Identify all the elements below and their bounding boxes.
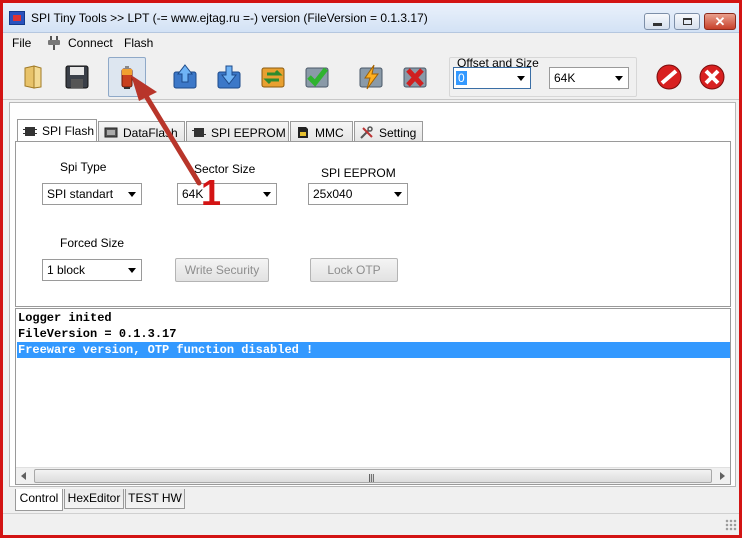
stop-icon bbox=[656, 64, 682, 90]
log-line: FileVersion = 0.1.3.17 bbox=[18, 327, 177, 341]
sector-size-select[interactable]: 64K bbox=[177, 183, 277, 205]
stop-button[interactable] bbox=[650, 57, 688, 97]
maximize-icon bbox=[683, 18, 692, 25]
exit-icon bbox=[699, 64, 725, 90]
close-icon: ✕ bbox=[714, 14, 726, 29]
forced-size-value: 1 block bbox=[47, 263, 86, 277]
menu-connect-label: Connect bbox=[68, 36, 113, 50]
menu-connect[interactable]: Connect bbox=[46, 36, 113, 50]
spi-type-select[interactable]: SPI standart bbox=[42, 183, 142, 205]
chip-icon bbox=[23, 127, 37, 136]
tools-icon bbox=[360, 126, 373, 139]
open-file-icon bbox=[24, 65, 42, 89]
chevron-down-icon bbox=[389, 184, 407, 204]
write-security-button[interactable]: Write Security bbox=[175, 258, 269, 282]
detect-chip-button[interactable] bbox=[108, 57, 146, 97]
read-button[interactable] bbox=[166, 57, 204, 97]
forced-size-select[interactable]: 1 block bbox=[42, 259, 142, 281]
tab-control[interactable]: Control bbox=[15, 489, 63, 511]
chevron-down-icon bbox=[123, 184, 141, 204]
scroll-right-icon[interactable] bbox=[713, 468, 730, 484]
offset-value: 0 bbox=[456, 71, 467, 85]
menu-flash[interactable]: Flash bbox=[124, 36, 153, 50]
tab-spi-flash[interactable]: SPI Flash bbox=[17, 119, 97, 143]
spi-eeprom-value: 25x040 bbox=[313, 187, 353, 201]
tab-setting[interactable]: Setting bbox=[354, 121, 423, 143]
minimize-icon bbox=[653, 23, 662, 26]
menu-bar: File Connect Flash bbox=[3, 33, 739, 54]
check-icon bbox=[305, 67, 329, 88]
mmc-card-icon bbox=[298, 127, 308, 138]
save-icon bbox=[65, 65, 89, 89]
exit-button[interactable] bbox=[693, 57, 731, 97]
spi-eeprom-label: SPI EEPROM bbox=[321, 166, 396, 180]
minimize-button[interactable] bbox=[644, 13, 670, 30]
spi-eeprom-select[interactable]: 25x040 bbox=[308, 183, 408, 205]
title-bar[interactable]: SPI Tiny Tools >> LPT (-= www.ejtag.ru =… bbox=[3, 3, 739, 33]
chevron-down-icon bbox=[512, 68, 530, 88]
save-button[interactable] bbox=[58, 57, 96, 97]
size-value: 64K bbox=[554, 71, 576, 85]
lightning-icon bbox=[359, 64, 383, 90]
tab-spi-eeprom[interactable]: SPI EEPROM bbox=[186, 121, 289, 143]
spi-type-value: SPI standart bbox=[47, 187, 114, 201]
eeprom-icon bbox=[192, 128, 206, 137]
chevron-down-icon bbox=[123, 260, 141, 280]
write-button[interactable] bbox=[210, 57, 248, 97]
compare-button[interactable] bbox=[254, 57, 292, 97]
tab-label: Setting bbox=[379, 126, 417, 140]
annotation-number: 1 bbox=[201, 172, 222, 213]
spi-flash-panel: Spi Type SPI standart Sector Size 64K SP… bbox=[15, 141, 731, 307]
tab-dataflash[interactable]: DataFlash bbox=[98, 121, 185, 143]
chevron-down-icon bbox=[610, 68, 628, 88]
tab-label: MMC bbox=[315, 126, 344, 140]
log-line: Logger inited bbox=[18, 311, 112, 325]
spi-type-label: Spi Type bbox=[60, 160, 107, 174]
maximize-button[interactable] bbox=[674, 13, 700, 30]
chevron-down-icon bbox=[258, 184, 276, 204]
window-title: SPI Tiny Tools >> LPT (-= www.ejtag.ru =… bbox=[31, 11, 428, 25]
status-bar bbox=[3, 513, 739, 533]
program-button[interactable] bbox=[352, 57, 390, 97]
forced-size-label: Forced Size bbox=[60, 236, 125, 250]
log-panel[interactable]: Logger inited FileVersion = 0.1.3.17 Fre… bbox=[15, 308, 731, 485]
verify-button[interactable] bbox=[298, 57, 336, 97]
size-select[interactable]: 64K bbox=[549, 67, 629, 89]
menu-file[interactable]: File bbox=[12, 36, 31, 50]
verify-cycle-icon bbox=[261, 67, 285, 88]
tab-label: SPI EEPROM bbox=[211, 126, 286, 140]
lock-otp-button[interactable]: Lock OTP bbox=[310, 258, 398, 282]
app-window: SPI Tiny Tools >> LPT (-= www.ejtag.ru =… bbox=[0, 0, 742, 538]
erase-button[interactable] bbox=[396, 57, 434, 97]
chip-detect-icon bbox=[121, 66, 133, 89]
tab-label: DataFlash bbox=[123, 126, 178, 140]
offset-select[interactable]: 0 bbox=[453, 67, 531, 89]
scrollbar-thumb[interactable]: ||| bbox=[34, 469, 712, 483]
log-line-selected: Freeware version, OTP function disabled … bbox=[17, 342, 730, 358]
plug-icon bbox=[48, 36, 60, 50]
tab-hexeditor[interactable]: HexEditor bbox=[64, 489, 124, 509]
grip-icon: ||| bbox=[368, 473, 375, 482]
open-button[interactable] bbox=[16, 57, 54, 97]
scroll-left-icon[interactable] bbox=[16, 468, 33, 484]
app-icon bbox=[9, 11, 25, 25]
resize-grip-icon[interactable] bbox=[725, 519, 737, 531]
dataflash-icon bbox=[104, 127, 118, 138]
tab-mmc[interactable]: MMC bbox=[290, 121, 353, 143]
erase-x-icon bbox=[403, 67, 427, 88]
horizontal-scrollbar[interactable]: ||| bbox=[16, 467, 730, 484]
tab-test-hw[interactable]: TEST HW bbox=[125, 489, 185, 509]
upload-arrow-icon bbox=[173, 64, 197, 89]
download-arrow-icon bbox=[217, 65, 241, 89]
tab-label: SPI Flash bbox=[42, 124, 95, 138]
close-button[interactable]: ✕ bbox=[704, 13, 736, 30]
